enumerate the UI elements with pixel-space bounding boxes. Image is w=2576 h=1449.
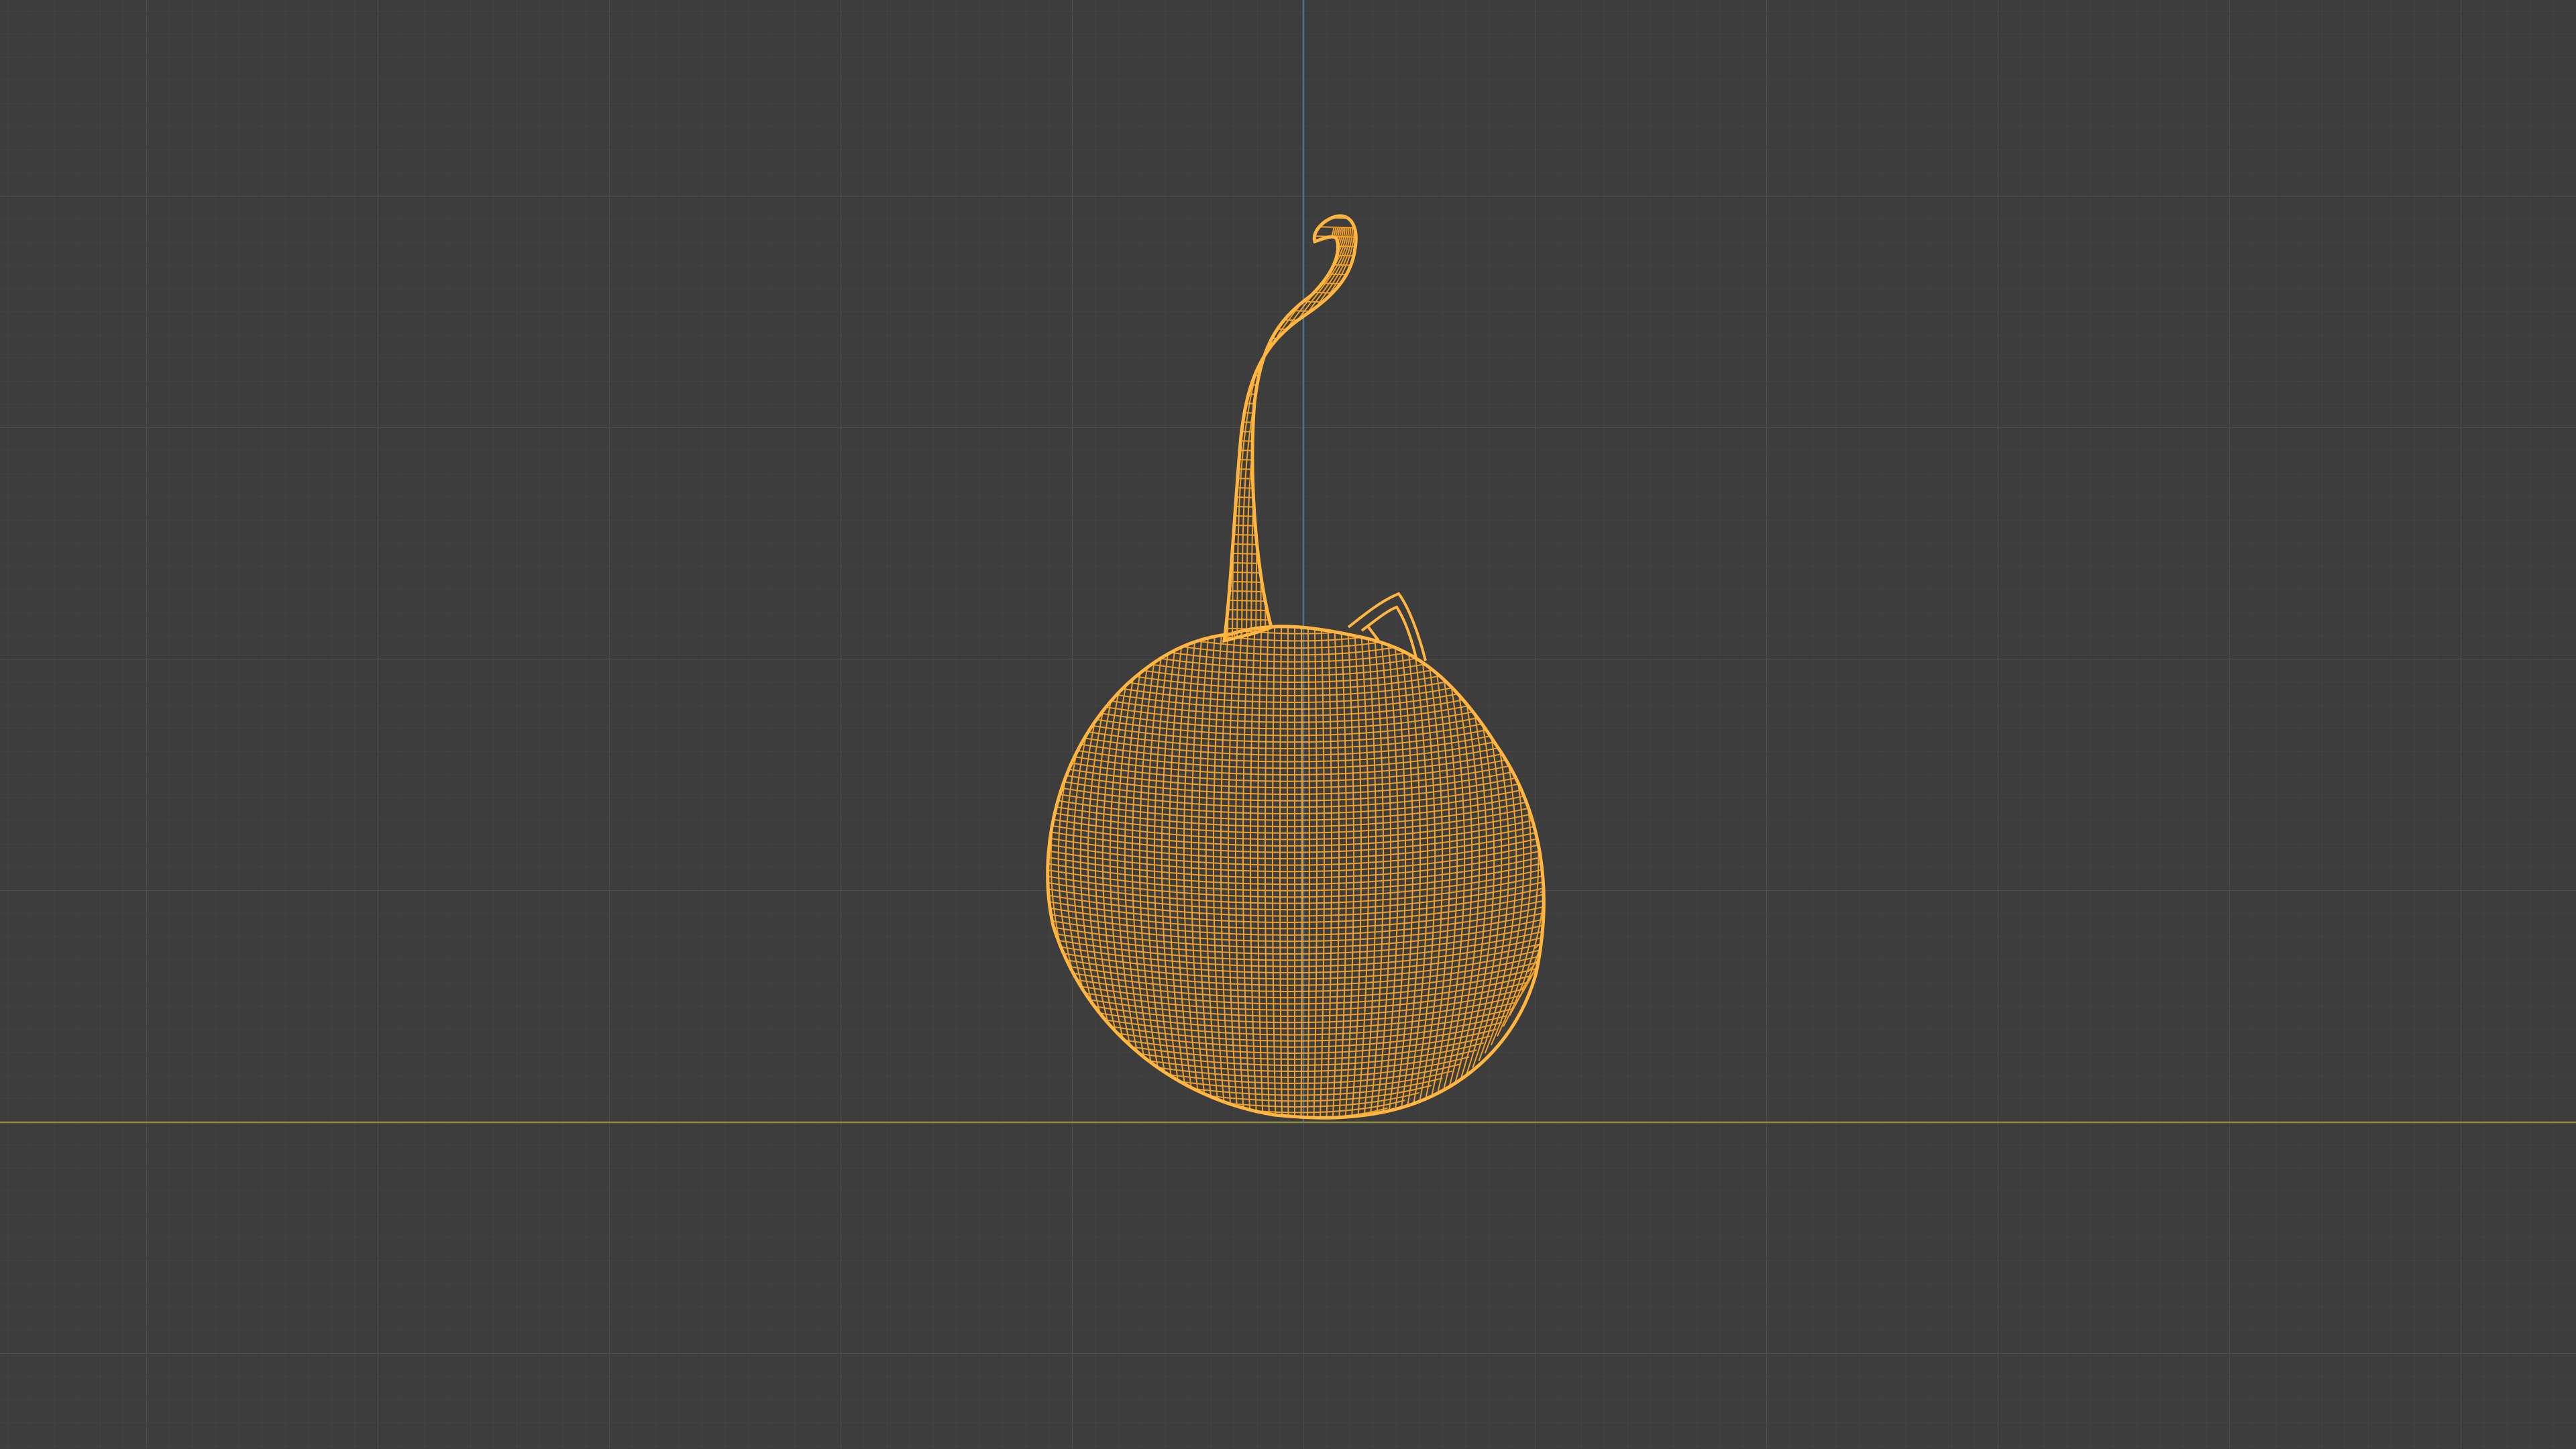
3d-viewport[interactable] bbox=[0, 0, 2576, 1449]
viewport-canvas[interactable] bbox=[0, 0, 2576, 1449]
